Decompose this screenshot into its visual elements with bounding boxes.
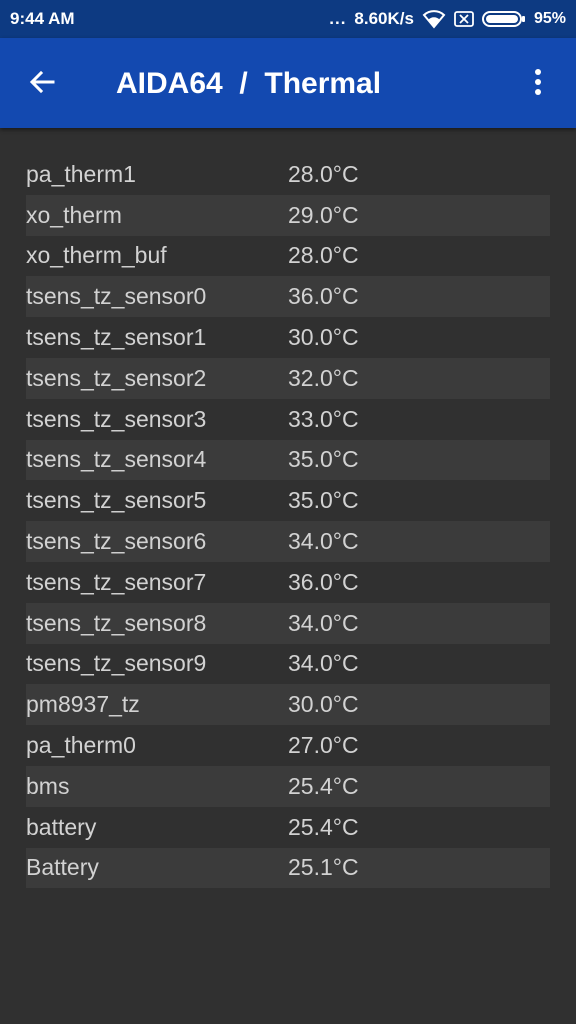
sensor-name: tsens_tz_sensor9 xyxy=(26,650,207,677)
sensor-name: tsens_tz_sensor7 xyxy=(26,568,207,595)
sensor-name: xo_therm xyxy=(26,201,122,228)
wifi-icon xyxy=(422,9,446,29)
sensor-value: 33.0°C xyxy=(288,405,359,432)
status-bar: 9:44 AM ... 8.60K/s 95% xyxy=(0,0,576,38)
thermal-sensor-list: pa_therm1 28.0°C xo_therm 29.0°C xo_therm_bu… xyxy=(26,154,550,889)
sensor-row: tsens_tz_sensor0 36.0°C xyxy=(26,276,550,318)
sensor-name: pa_therm0 xyxy=(26,732,136,759)
app-bar: AIDA64 / Thermal xyxy=(0,38,576,128)
sensor-name: pm8937_tz xyxy=(26,691,140,718)
sensor-row: pa_therm1 28.0°C xyxy=(26,154,550,195)
sensor-name: tsens_tz_sensor1 xyxy=(26,324,207,351)
sensor-row: pa_therm0 27.0°C xyxy=(26,725,550,766)
sensor-row: tsens_tz_sensor2 32.0°C xyxy=(26,357,550,399)
sensor-row: tsens_tz_sensor4 35.0°C xyxy=(26,439,550,481)
sensor-value: 32.0°C xyxy=(288,364,359,391)
back-button[interactable] xyxy=(20,62,64,106)
sensor-name: bms xyxy=(26,772,70,799)
sensor-row: tsens_tz_sensor9 34.0°C xyxy=(26,644,550,685)
sim-x-icon xyxy=(454,11,474,27)
sensor-value: 29.0°C xyxy=(288,201,359,228)
battery-percent: 95% xyxy=(533,10,566,27)
sensor-row: Battery 25.1°C xyxy=(26,847,550,889)
sensor-name: xo_therm_buf xyxy=(26,242,167,269)
sensor-name: tsens_tz_sensor4 xyxy=(26,446,207,473)
sensor-value: 34.0°C xyxy=(288,528,359,555)
sensor-value: 28.0°C xyxy=(288,160,359,187)
overflow-menu-icon xyxy=(534,68,542,101)
sensor-name: tsens_tz_sensor8 xyxy=(26,609,207,636)
sensor-value: 25.4°C xyxy=(288,772,359,799)
sensor-row: tsens_tz_sensor6 34.0°C xyxy=(26,521,550,562)
sensor-value: 27.0°C xyxy=(288,732,359,759)
sensor-name: battery xyxy=(26,813,97,840)
sensor-row: pm8937_tz 30.0°C xyxy=(26,684,550,726)
battery-icon xyxy=(481,10,526,28)
sensor-name: Battery xyxy=(26,854,99,881)
sensor-value: 35.0°C xyxy=(288,487,359,514)
sensor-row: tsens_tz_sensor5 35.0°C xyxy=(26,480,550,521)
sensor-name: tsens_tz_sensor6 xyxy=(26,528,207,555)
sensor-value: 25.1°C xyxy=(288,854,359,881)
status-time: 9:44 AM xyxy=(10,9,75,28)
sensor-value: 36.0°C xyxy=(288,283,359,310)
network-speed: 8.60K/s xyxy=(354,9,414,28)
sensor-value: 35.0°C xyxy=(288,446,359,473)
sensor-row: tsens_tz_sensor1 30.0°C xyxy=(26,317,550,358)
sensor-row: xo_therm 29.0°C xyxy=(26,194,550,236)
sensor-row: bms 25.4°C xyxy=(26,765,550,807)
sensor-name: tsens_tz_sensor2 xyxy=(26,364,207,391)
sensor-name: pa_therm1 xyxy=(26,160,136,187)
sensor-value: 30.0°C xyxy=(288,691,359,718)
page-title: AIDA64 / Thermal xyxy=(116,67,382,100)
sensor-value: 34.0°C xyxy=(288,650,359,677)
sensor-row: tsens_tz_sensor8 34.0°C xyxy=(26,602,550,644)
sensor-row: tsens_tz_sensor3 33.0°C xyxy=(26,399,550,440)
sensor-name: tsens_tz_sensor3 xyxy=(26,405,207,432)
sensor-value: 34.0°C xyxy=(288,609,359,636)
sensor-row: tsens_tz_sensor7 36.0°C xyxy=(26,562,550,603)
sensor-value: 28.0°C xyxy=(288,242,359,269)
more-notifications-dots: ... xyxy=(329,9,347,28)
sensor-value: 30.0°C xyxy=(288,324,359,351)
sensor-row: xo_therm_buf 28.0°C xyxy=(26,236,550,277)
sensor-value: 36.0°C xyxy=(288,568,359,595)
sensor-name: tsens_tz_sensor0 xyxy=(26,283,207,310)
sensor-value: 25.4°C xyxy=(288,813,359,840)
overflow-menu-button[interactable] xyxy=(516,62,560,106)
status-indicators: ... 8.60K/s 95% xyxy=(329,7,566,31)
sensor-name: tsens_tz_sensor5 xyxy=(26,487,207,514)
arrow-back-icon xyxy=(28,68,56,101)
sensor-row: battery 25.4°C xyxy=(26,807,550,848)
